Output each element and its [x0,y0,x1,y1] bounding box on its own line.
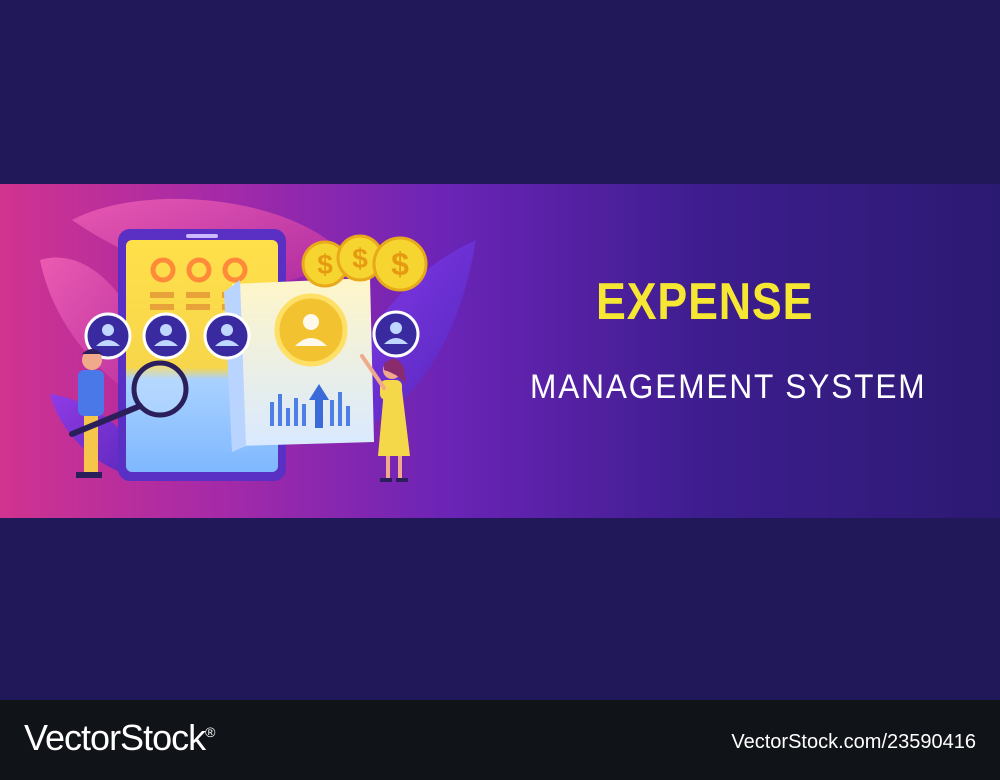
image-id-text: VectorStock.com/23590416 [731,731,976,753]
user-icon [274,293,348,367]
watermark-footer: VectorStock® VectorStock.com/23590416 [0,700,1000,780]
report-document-icon [224,278,374,452]
registered-mark: ® [205,724,215,740]
page: $ $ $ EXPENSE MANAGEMENT SYSTEM VectorSt… [0,0,1000,780]
expense-banner: $ $ $ [0,184,1000,518]
svg-text:$: $ [391,246,409,282]
vectorstock-logo[interactable]: VectorStock® [24,717,215,758]
user-icon [372,310,420,358]
svg-text:$: $ [352,243,368,274]
brand-name: VectorStock [24,717,206,758]
svg-text:$: $ [317,249,333,280]
banner-headline: EXPENSE [596,273,814,331]
banner-subheadline: MANAGEMENT SYSTEM [530,368,927,406]
expense-illustration: $ $ $ [40,198,476,482]
user-icon [142,312,190,360]
user-icon [203,312,251,360]
